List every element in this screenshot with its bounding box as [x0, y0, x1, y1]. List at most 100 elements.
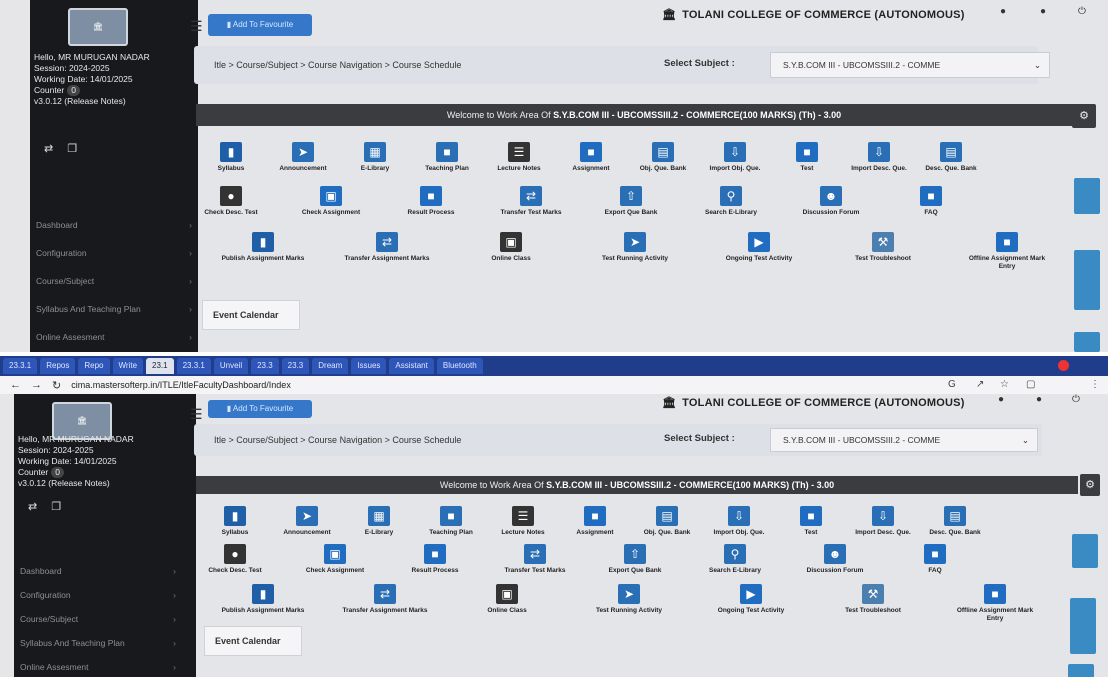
side-panel-button[interactable] — [1068, 664, 1094, 677]
tile-discussion-forum[interactable]: ☻ Discussion Forum — [786, 186, 876, 217]
tile-ongoing-test-activity[interactable]: ▶ Ongoing Test Activity — [706, 584, 796, 615]
browser-tab[interactable]: 23.3 — [281, 358, 310, 374]
browser-tab[interactable]: Bluetooth — [436, 358, 483, 374]
tile-label: FAQ — [924, 209, 938, 216]
browser-tab[interactable]: Write — [112, 358, 144, 374]
gear-icon[interactable]: ⚙ — [1080, 474, 1100, 496]
bell-icon[interactable]: ● — [1000, 6, 1006, 17]
sidebar-item-online-assessment[interactable]: Online Assesment › — [30, 330, 196, 344]
app-frame: 🏛 Hello, MR MURUGAN NADAR Session: 2024-… — [0, 0, 1108, 352]
hamburger-menu-icon[interactable]: ☰ — [190, 406, 203, 423]
sidebar-item-syllabus[interactable]: Syllabus And Teaching Plan › — [14, 636, 180, 650]
browser-tab[interactable]: 23.3.1 — [176, 358, 211, 374]
sidebar-item-course-subject[interactable]: Course/Subject › — [14, 612, 180, 626]
tile-transfer-assignment-marks[interactable]: ⇄ Transfer Assignment Marks — [342, 232, 432, 263]
sidebar-item-course-subject[interactable]: Course/Subject › — [30, 274, 196, 288]
more-icon[interactable]: ⋮ — [1090, 379, 1100, 390]
tile-export-que-bank[interactable]: ⇧ Export Que Bank — [590, 544, 680, 575]
browser-tab[interactable]: Repos — [40, 358, 76, 374]
tile-online-class[interactable]: ▣ Online Class — [466, 232, 556, 263]
add-favourite-button[interactable]: ▮ Add To Favourite — [208, 14, 312, 36]
tile-offline-assignment-mark-entry[interactable]: ■ Offline Assignment Mark Entry — [950, 584, 1040, 623]
forward-icon[interactable]: → — [31, 379, 42, 391]
version-link[interactable]: v3.0.12 (Release Notes) — [18, 478, 178, 489]
tile-search-e-library[interactable]: ⚲ Search E-Library — [686, 186, 776, 217]
settings-icon[interactable]: ● — [1040, 6, 1046, 17]
browser-tab[interactable]: Repo — [78, 358, 110, 374]
star-icon[interactable]: ☆ — [1000, 379, 1009, 390]
tile-desc-que-bank[interactable]: ▤ Desc. Que. Bank — [906, 142, 996, 173]
tile-online-class[interactable]: ▣ Online Class — [462, 584, 552, 615]
switch-icon[interactable]: ⇄ — [44, 143, 53, 155]
switch-icon[interactable]: ⇄ — [28, 501, 37, 513]
side-panel-button[interactable] — [1072, 534, 1098, 568]
event-calendar-tab[interactable]: Event Calendar — [204, 626, 302, 656]
tile-transfer-test-marks[interactable]: ⇄ Transfer Test Marks — [486, 186, 576, 217]
copy-icon[interactable]: ❐ — [67, 143, 77, 155]
google-icon[interactable]: G — [948, 379, 956, 390]
side-panel-button[interactable] — [1074, 250, 1100, 310]
sidebar-item-dashboard[interactable]: Dashboard › — [14, 564, 180, 578]
side-panel-button[interactable] — [1074, 178, 1100, 214]
main-area: ☰ ▮ Add To Favourite 🏛 TOLANI COLLEGE OF … — [190, 0, 1108, 352]
back-icon[interactable]: ← — [10, 379, 21, 391]
event-calendar-tab[interactable]: Event Calendar — [202, 300, 300, 330]
browser-tab[interactable]: 23.1 — [146, 358, 174, 374]
bell-icon[interactable]: ● — [998, 394, 1004, 405]
tile-faq[interactable]: ■ FAQ — [890, 544, 980, 575]
tile-transfer-test-marks[interactable]: ⇄ Transfer Test Marks — [490, 544, 580, 575]
url-field[interactable]: cima.mastersofterp.in/ITLE/ItleFacultyDa… — [71, 380, 291, 390]
hamburger-menu-icon[interactable]: ☰ — [190, 18, 203, 35]
tile-check-assignment[interactable]: ▣ Check Assignment — [286, 186, 376, 217]
tile-faq[interactable]: ■ FAQ — [886, 186, 976, 217]
browser-tab[interactable]: 23.3 — [251, 358, 279, 374]
side-panel-button[interactable] — [1070, 598, 1096, 654]
sidebar-item-configuration[interactable]: Configuration › — [30, 246, 196, 260]
power-icon[interactable]: ⏻ — [1072, 394, 1080, 405]
tile-export-que-bank[interactable]: ⇧ Export Que Bank — [586, 186, 676, 217]
tile-test-troubleshoot[interactable]: ⚒ Test Troubleshoot — [838, 232, 928, 263]
tile-search-e-library[interactable]: ⚲ Search E-Library — [690, 544, 780, 575]
tile-test-running-activity[interactable]: ➤ Test Running Activity — [584, 584, 674, 615]
tile-publish-assignment-marks[interactable]: ▮ Publish Assignment Marks — [218, 584, 308, 615]
browser-tab[interactable]: Unveil — [213, 358, 249, 374]
copy-icon[interactable]: ❐ — [51, 501, 61, 513]
browser-tab[interactable]: Assistant — [389, 358, 434, 374]
settings-icon[interactable]: ● — [1036, 394, 1042, 405]
tile-publish-assignment-marks[interactable]: ▮ Publish Assignment Marks — [218, 232, 308, 263]
subject-select[interactable]: S.Y.B.COM III - UBCOMSSIII.2 - COMME ⌄ — [770, 428, 1038, 452]
tile-ongoing-test-activity[interactable]: ▶ Ongoing Test Activity — [714, 232, 804, 263]
tile-label: Test Troubleshoot — [855, 255, 911, 262]
tile-discussion-forum[interactable]: ☻ Discussion Forum — [790, 544, 880, 575]
tile-result-process[interactable]: ■ Result Process — [390, 544, 480, 575]
tile-test-troubleshoot[interactable]: ⚒ Test Troubleshoot — [828, 584, 918, 615]
tile-check-desc-test[interactable]: ● Check Desc. Test — [190, 544, 280, 575]
add-favourite-button[interactable]: ▮ Add To Favourite — [208, 400, 312, 418]
tile-desc-que-bank[interactable]: ▤ Desc. Que. Bank — [910, 506, 1000, 537]
tile-transfer-assignment-marks[interactable]: ⇄ Transfer Assignment Marks — [340, 584, 430, 615]
sidebar-item-configuration[interactable]: Configuration › — [14, 588, 180, 602]
transfer-icon: ⇄ — [374, 584, 396, 604]
tile-result-process[interactable]: ■ Result Process — [386, 186, 476, 217]
share-icon[interactable]: ↗ — [976, 379, 984, 390]
tile-test-running-activity[interactable]: ➤ Test Running Activity — [590, 232, 680, 263]
subject-select[interactable]: S.Y.B.COM III - UBCOMSSIII.2 - COMME ⌄ — [770, 52, 1050, 78]
tile-check-assignment[interactable]: ▣ Check Assignment — [290, 544, 380, 575]
browser-tab[interactable]: Issues — [351, 358, 387, 374]
version-link[interactable]: v3.0.12 (Release Notes) — [34, 96, 194, 107]
browser-tab[interactable]: 23.3.1 — [3, 358, 38, 374]
tile-check-desc-test[interactable]: ● Check Desc. Test — [186, 186, 276, 217]
power-icon[interactable]: ⏻ — [1078, 6, 1086, 17]
tile-label: Ongoing Test Activity — [717, 607, 785, 614]
user-greeting: Hello, MR MURUGAN NADAR — [34, 52, 150, 62]
tile-offline-assignment-mark-entry[interactable]: ■ Offline Assignment Mark Entry — [962, 232, 1052, 271]
window-icon[interactable]: ▢ — [1026, 379, 1035, 390]
browser-tab[interactable]: Dream — [312, 358, 349, 374]
sidebar-item-syllabus[interactable]: Syllabus And Teaching Plan › — [30, 302, 196, 316]
side-panel-button[interactable] — [1074, 332, 1100, 352]
gear-icon[interactable]: ⚙ — [1072, 104, 1096, 128]
import-icon: ⇩ — [724, 142, 746, 162]
sidebar-item-online-assessment[interactable]: Online Assesment › — [14, 660, 180, 674]
reload-icon[interactable]: ↻ — [52, 379, 61, 392]
sidebar-item-dashboard[interactable]: Dashboard › — [30, 218, 196, 232]
